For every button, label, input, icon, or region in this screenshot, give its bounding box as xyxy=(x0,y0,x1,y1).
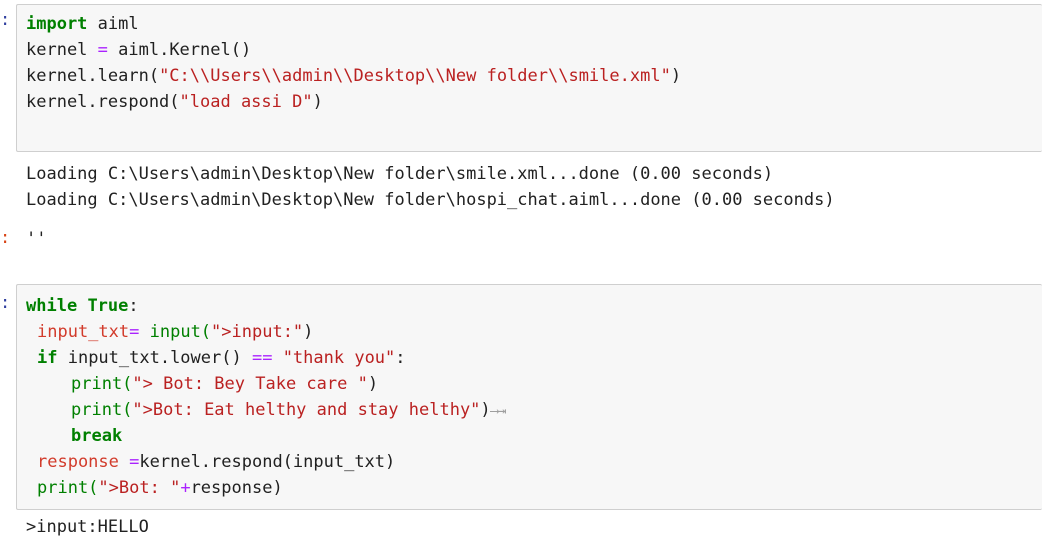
code-line-6: break xyxy=(71,426,123,446)
code-line-1: import aiml xyxy=(26,14,139,34)
code-line-2: input_txt= input(">input:") xyxy=(37,322,314,342)
code-line-3: if input_txt.lower() == "thank you": xyxy=(37,348,406,368)
stdout-line-1: Loading C:\Users\admin\Desktop\New folde… xyxy=(26,164,774,184)
cell-1-out-prompt: : xyxy=(0,228,11,248)
code-line-3: kernel.learn("C:\\Users\\admin\\Desktop\… xyxy=(26,66,682,86)
code-cell-1[interactable]: import aiml kernel = aiml.Kernel() kerne… xyxy=(16,4,1042,152)
stdout-partial: >input:HELLO xyxy=(26,517,149,537)
tab-arrow-icon: ⟶⇥ xyxy=(490,404,507,419)
code-line-5: print(">Bot: Eat helthy and stay helthy"… xyxy=(71,400,507,420)
code-line-4: print("> Bot: Bey Take care ") xyxy=(71,374,379,394)
cell-1-prompt: : xyxy=(0,10,11,30)
stdout-line-2: Loading C:\Users\admin\Desktop\New folde… xyxy=(26,190,835,210)
code-line-4: kernel.respond("load assi D") xyxy=(26,92,323,112)
code-line-7: response =kernel.respond(input_txt) xyxy=(37,452,396,472)
code-line-8: print(">Bot: "+response) xyxy=(37,478,283,498)
cell-1-result: '' xyxy=(26,229,47,249)
code-line-1: while True: xyxy=(26,296,139,316)
code-cell-2[interactable]: while True: input_txt= input(">input:") … xyxy=(16,284,1042,510)
code-line-2: kernel = aiml.Kernel() xyxy=(26,40,252,60)
cell-2-prompt: : xyxy=(0,293,11,313)
